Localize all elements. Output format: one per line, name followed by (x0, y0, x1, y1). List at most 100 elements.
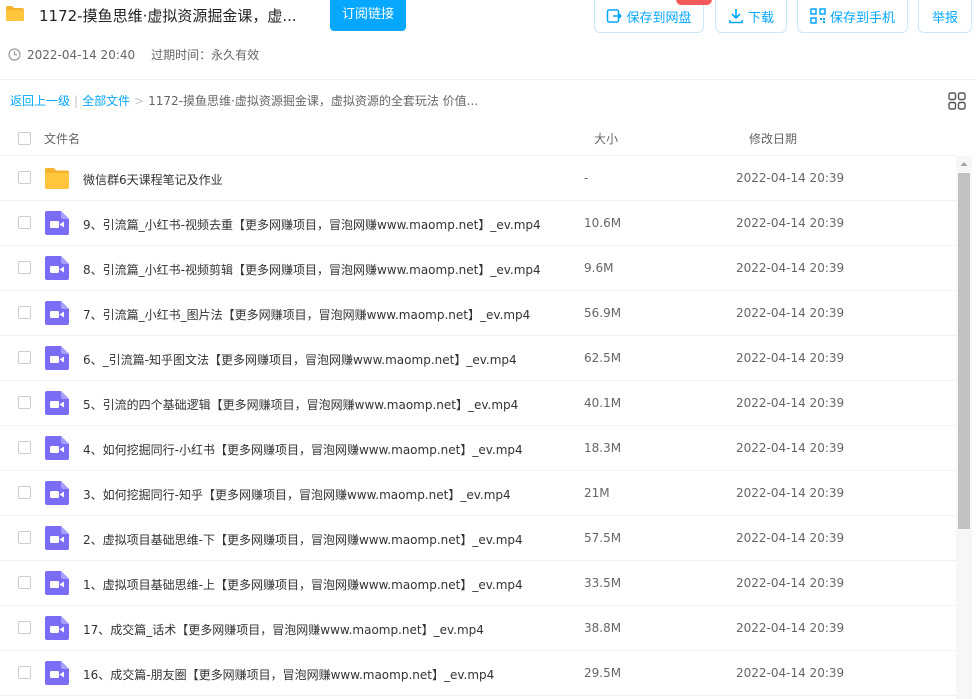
file-size: 56.9M (584, 306, 622, 320)
row-checkbox[interactable] (18, 486, 31, 499)
expiry-text: 过期时间：永久有效 (151, 48, 260, 62)
file-name[interactable]: 7、引流篇_小红书_图片法【更多网赚项目，冒泡网赚www.maomp.net】_… (83, 306, 530, 323)
file-size: 33.5M (584, 576, 622, 590)
file-date: 2022-04-14 20:39 (736, 576, 845, 590)
save-to-phone-button[interactable]: 保存到手机 (797, 0, 908, 33)
header-divider (0, 79, 976, 80)
video-file-icon (45, 301, 69, 325)
scrollbar[interactable] (956, 156, 972, 699)
row-checkbox[interactable] (18, 666, 31, 679)
column-header-name[interactable]: 文件名 (44, 130, 80, 147)
file-name[interactable]: 微信群6天课程笔记及作业 (83, 171, 223, 188)
row-checkbox[interactable] (18, 531, 31, 544)
file-name[interactable]: 2、虚拟项目基础思维-下【更多网赚项目，冒泡网赚www.maomp.net】_e… (83, 531, 523, 548)
file-name[interactable]: 6、_引流篇-知乎图文法【更多网赚项目，冒泡网赚www.maomp.net】_e… (83, 351, 517, 368)
file-row[interactable]: 4、如何挖掘同行-小红书【更多网赚项目，冒泡网赚www.maomp.net】_e… (0, 426, 956, 471)
file-size: 9.6M (584, 261, 614, 275)
file-size: 18.3M (584, 441, 622, 455)
video-file-icon (45, 571, 69, 595)
file-date: 2022-04-14 20:39 (736, 171, 845, 185)
file-size: 10.6M (584, 216, 622, 230)
share-title: 1172-摸鱼思维·虚拟资源掘金课，虚... (39, 7, 297, 25)
file-size: 62.5M (584, 351, 622, 365)
scroll-up-arrow-icon[interactable] (956, 156, 972, 172)
row-checkbox[interactable] (18, 261, 31, 274)
save-cloud-icon (607, 9, 623, 23)
file-size: 38.8M (584, 621, 622, 635)
row-checkbox[interactable] (18, 306, 31, 319)
row-checkbox[interactable] (18, 171, 31, 184)
file-name[interactable]: 4、如何挖掘同行-小红书【更多网赚项目，冒泡网赚www.maomp.net】_e… (83, 441, 523, 458)
file-row[interactable]: 6、_引流篇-知乎图文法【更多网赚项目，冒泡网赚www.maomp.net】_e… (0, 336, 956, 381)
file-row[interactable]: 5、引流的四个基础逻辑【更多网赚项目，冒泡网赚www.maomp.net】_ev… (0, 381, 956, 426)
share-meta: 2022-04-14 20:40 过期时间：永久有效 (8, 46, 259, 63)
file-name[interactable]: 5、引流的四个基础逻辑【更多网赚项目，冒泡网赚www.maomp.net】_ev… (83, 396, 518, 413)
qr-code-icon (810, 8, 826, 24)
share-date: 2022-04-14 20:40 (27, 47, 136, 62)
file-row[interactable]: 微信群6天课程笔记及作业 - 2022-04-14 20:39 (0, 156, 956, 201)
file-row[interactable]: 17、成交篇_话术【更多网赚项目，冒泡网赚www.maomp.net】_ev.m… (0, 606, 956, 651)
new-badge (676, 0, 712, 5)
current-folder: 1172-摸鱼思维·虚拟资源掘金课，虚拟资源的全套玩法 价值... (148, 94, 479, 108)
file-size: 40.1M (584, 396, 622, 410)
file-size: 57.5M (584, 531, 622, 545)
file-row[interactable]: 9、引流篇_小红书-视频去重【更多网赚项目，冒泡网赚www.maomp.net】… (0, 201, 956, 246)
video-file-icon (45, 616, 69, 640)
video-file-icon (45, 436, 69, 460)
breadcrumb-separator: | (74, 93, 79, 108)
file-name[interactable]: 3、如何挖掘同行-知乎【更多网赚项目，冒泡网赚www.maomp.net】_ev… (83, 486, 511, 503)
download-icon (729, 9, 743, 24)
download-button[interactable]: 下载 (715, 0, 787, 33)
row-checkbox[interactable] (18, 621, 31, 634)
save-cloud-label: 保存到网盘 (626, 10, 692, 26)
file-date: 2022-04-14 20:39 (736, 396, 845, 410)
row-checkbox[interactable] (18, 351, 31, 364)
file-date: 2022-04-14 20:39 (736, 441, 845, 455)
video-file-icon (45, 391, 69, 415)
video-file-icon (45, 211, 69, 235)
file-row[interactable]: 7、引流篇_小红书_图片法【更多网赚项目，冒泡网赚www.maomp.net】_… (0, 291, 956, 336)
file-list: 微信群6天课程笔记及作业 - 2022-04-14 20:39 9、引流篇_小红书-视… (0, 156, 956, 699)
file-name[interactable]: 16、成交篇-朋友圈【更多网赚项目，冒泡网赚www.maomp.net】_ev.… (83, 666, 494, 683)
file-name[interactable]: 9、引流篇_小红书-视频去重【更多网赚项目，冒泡网赚www.maomp.net】… (83, 216, 541, 233)
file-size: - (584, 171, 589, 185)
file-size: 29.5M (584, 666, 622, 680)
subscribe-link-button[interactable]: 订阅链接 (330, 0, 406, 31)
row-checkbox[interactable] (18, 441, 31, 454)
file-size: 21M (584, 486, 610, 500)
file-row[interactable]: 3、如何挖掘同行-知乎【更多网赚项目，冒泡网赚www.maomp.net】_ev… (0, 471, 956, 516)
file-name[interactable]: 1、虚拟项目基础思维-上【更多网赚项目，冒泡网赚www.maomp.net】_e… (83, 576, 523, 593)
all-files-link[interactable]: 全部文件 (82, 92, 130, 109)
row-checkbox[interactable] (18, 576, 31, 589)
file-row[interactable]: 16、成交篇-朋友圈【更多网赚项目，冒泡网赚www.maomp.net】_ev.… (0, 651, 956, 696)
row-checkbox[interactable] (18, 216, 31, 229)
file-row[interactable]: 8、引流篇_小红书-视频剪辑【更多网赚项目，冒泡网赚www.maomp.net】… (0, 246, 956, 291)
column-header-size[interactable]: 大小 (594, 130, 618, 147)
row-checkbox[interactable] (18, 396, 31, 409)
file-date: 2022-04-14 20:39 (736, 531, 845, 545)
folder-icon (45, 166, 69, 190)
clock-icon (8, 48, 21, 61)
file-row[interactable]: 2、虚拟项目基础思维-下【更多网赚项目，冒泡网赚www.maomp.net】_e… (0, 516, 956, 561)
video-file-icon (45, 526, 69, 550)
download-label: 下载 (747, 10, 774, 26)
report-button[interactable]: 举报 (918, 0, 972, 33)
share-header: 1172-摸鱼思维·虚拟资源掘金课，虚... 订阅链接 保存到网盘 下载 保存到… (0, 0, 976, 80)
file-date: 2022-04-14 20:39 (736, 306, 845, 320)
breadcrumb-arrow: > (134, 93, 145, 108)
scroll-thumb[interactable] (958, 173, 970, 529)
video-file-icon (45, 481, 69, 505)
video-file-icon (45, 256, 69, 280)
report-label: 举报 (931, 10, 958, 26)
save-phone-label: 保存到手机 (829, 10, 895, 26)
file-row[interactable]: 1、虚拟项目基础思维-上【更多网赚项目，冒泡网赚www.maomp.net】_e… (0, 561, 956, 606)
select-all-checkbox[interactable] (18, 132, 31, 145)
folder-icon (6, 6, 24, 21)
back-link[interactable]: 返回上一级 (10, 92, 70, 109)
file-name[interactable]: 8、引流篇_小红书-视频剪辑【更多网赚项目，冒泡网赚www.maomp.net】… (83, 261, 541, 278)
file-name[interactable]: 17、成交篇_话术【更多网赚项目，冒泡网赚www.maomp.net】_ev.m… (83, 621, 484, 638)
file-date: 2022-04-14 20:39 (736, 666, 845, 680)
breadcrumb: 返回上一级 | 全部文件 > 1172-摸鱼思维·虚拟资源掘金课，虚拟资源的全套… (10, 92, 478, 109)
grid-view-icon[interactable] (948, 92, 966, 110)
column-header-date[interactable]: 修改日期 (749, 130, 797, 147)
